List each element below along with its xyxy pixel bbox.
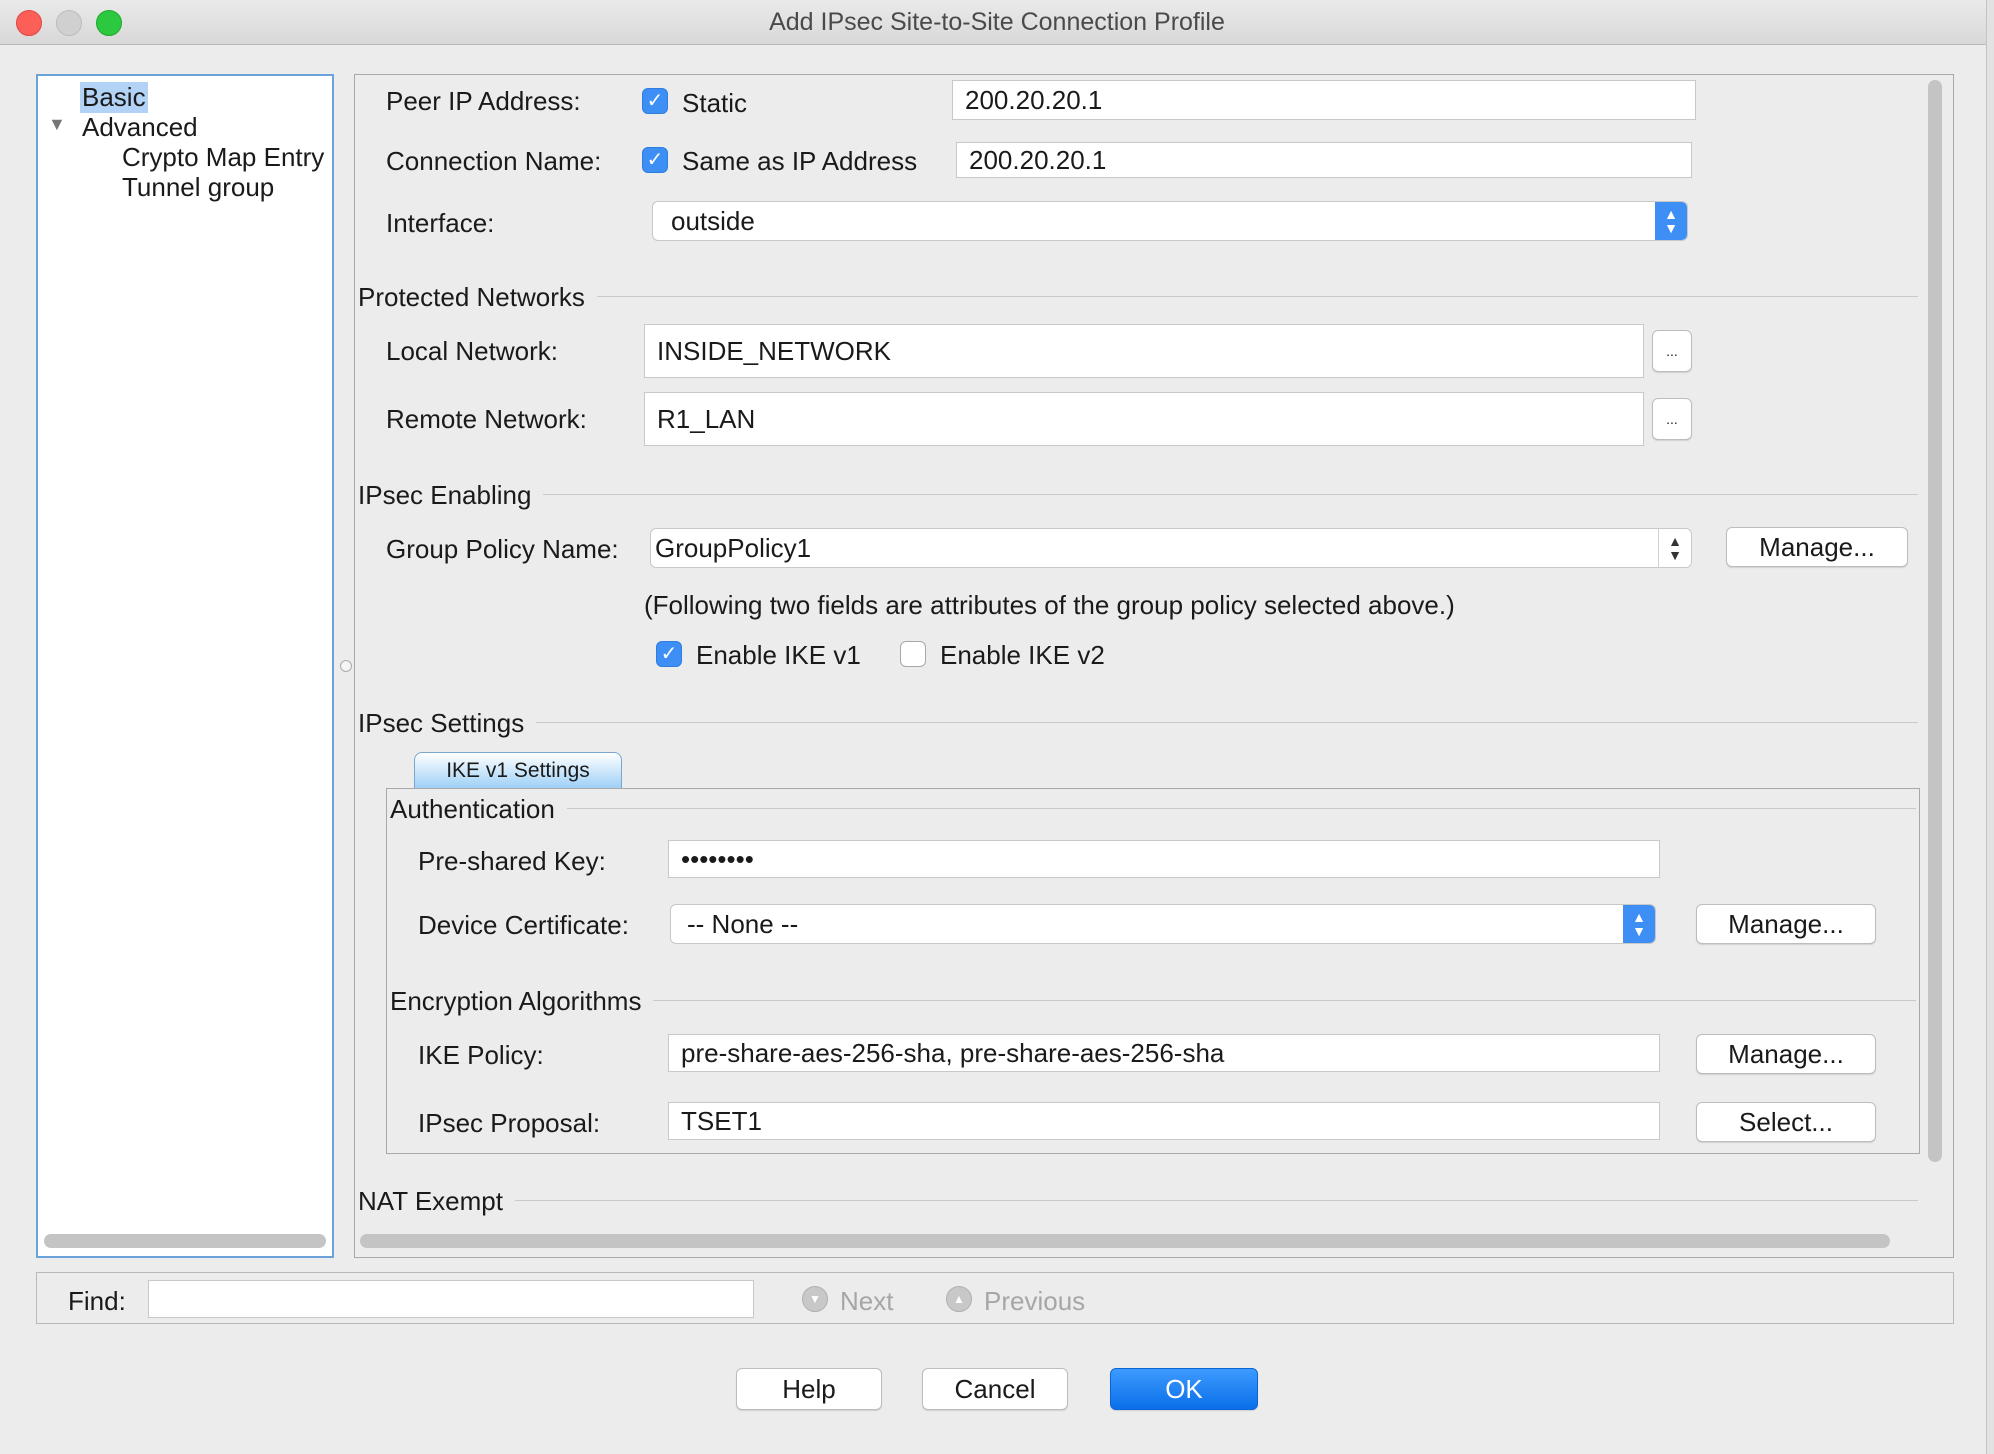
authentication-separator — [390, 808, 1916, 809]
connection-name-input[interactable]: 200.20.20.1 — [956, 142, 1692, 178]
chevron-updown-icon: ▲ ▼ — [1658, 529, 1691, 567]
title-bar: Add IPsec Site-to-Site Connection Profil… — [0, 0, 1994, 45]
enable-ike-v1-label: Enable IKE v1 — [696, 640, 861, 670]
static-label: Static — [682, 88, 748, 118]
nat-exempt-title: NAT Exempt — [358, 1186, 515, 1217]
local-network-input[interactable]: INSIDE_NETWORK — [644, 324, 1644, 378]
find-next-button[interactable]: Next — [840, 1286, 893, 1317]
navigation-tree[interactable]: Basic ▼ Advanced Crypto Map Entry Tunnel… — [36, 74, 334, 1258]
ipsec-proposal-select-button[interactable]: Select... — [1696, 1102, 1876, 1142]
group-policy-note: (Following two fields are attributes of … — [644, 590, 1455, 620]
group-policy-manage-button[interactable]: Manage... — [1726, 527, 1908, 567]
static-checkbox[interactable]: ✓ — [642, 88, 668, 114]
ok-button[interactable]: OK — [1110, 1368, 1258, 1410]
pre-shared-key-label: Pre-shared Key: — [418, 846, 606, 876]
previous-arrow-icon[interactable]: ▲ — [946, 1286, 972, 1312]
splitter-handle[interactable] — [340, 660, 352, 672]
remote-network-input[interactable]: R1_LAN — [644, 392, 1644, 446]
tree-item-advanced[interactable]: Advanced — [82, 112, 198, 143]
enable-ike-v1-checkbox[interactable]: ✓ — [656, 641, 682, 667]
help-button[interactable]: Help — [736, 1368, 882, 1410]
ipsec-proposal-label: IPsec Proposal: — [418, 1108, 601, 1138]
connection-name-label: Connection Name: — [386, 146, 602, 176]
interface-value: outside — [671, 205, 755, 236]
find-previous-button[interactable]: Previous — [984, 1286, 1085, 1317]
background-window-edge — [1986, 0, 1994, 1454]
interface-label: Interface: — [386, 208, 495, 238]
encryption-algorithms-title: Encryption Algorithms — [390, 986, 654, 1017]
find-label: Find: — [68, 1286, 126, 1316]
authentication-title: Authentication — [390, 794, 567, 825]
pre-shared-key-input[interactable]: •••••••• — [668, 840, 1660, 878]
cancel-button[interactable]: Cancel — [922, 1368, 1068, 1410]
device-certificate-manage-button[interactable]: Manage... — [1696, 904, 1876, 944]
same-as-ip-label: Same as IP Address — [682, 146, 918, 176]
main-vertical-scrollbar[interactable] — [1928, 80, 1942, 1162]
enable-ike-v2-label: Enable IKE v2 — [940, 640, 1105, 670]
ipsec-settings-title: IPsec Settings — [358, 708, 537, 739]
tree-item-crypto-map-entry[interactable]: Crypto Map Entry — [122, 142, 324, 173]
ipsec-enabling-title: IPsec Enabling — [358, 480, 544, 511]
group-policy-value: GroupPolicy1 — [655, 532, 812, 563]
ike-policy-label: IKE Policy: — [418, 1040, 544, 1070]
ike-policy-manage-button[interactable]: Manage... — [1696, 1034, 1876, 1074]
group-policy-label: Group Policy Name: — [386, 534, 619, 564]
main-horizontal-scrollbar[interactable] — [360, 1234, 1890, 1248]
enable-ike-v2-checkbox[interactable] — [900, 641, 926, 667]
peer-ip-label: Peer IP Address: — [386, 86, 581, 116]
ipsec-enabling-separator — [358, 494, 1918, 495]
remote-network-label: Remote Network: — [386, 404, 587, 434]
nat-exempt-separator — [358, 1200, 1918, 1201]
disclosure-triangle-down-icon[interactable]: ▼ — [48, 114, 66, 135]
chevron-updown-icon: ▲ ▼ — [1655, 202, 1687, 240]
device-certificate-select[interactable]: -- None -- ▲ ▼ — [670, 904, 1656, 944]
same-as-ip-checkbox[interactable]: ✓ — [642, 147, 668, 173]
device-certificate-label: Device Certificate: — [418, 910, 629, 940]
protected-networks-title: Protected Networks — [358, 282, 597, 313]
ipsec-settings-separator — [358, 722, 1918, 723]
group-policy-select[interactable]: GroupPolicy1 ▲ ▼ — [650, 528, 1692, 568]
tree-horizontal-scrollbar[interactable] — [44, 1234, 326, 1248]
interface-select[interactable]: outside ▲ ▼ — [652, 201, 1688, 241]
remote-network-browse-button[interactable]: ... — [1652, 398, 1692, 440]
peer-ip-input[interactable]: 200.20.20.1 — [952, 80, 1696, 120]
ike-policy-input[interactable]: pre-share-aes-256-sha, pre-share-aes-256… — [668, 1034, 1660, 1072]
tab-ike-v1-settings[interactable]: IKE v1 Settings — [414, 752, 622, 788]
device-certificate-value: -- None -- — [687, 908, 799, 939]
local-network-label: Local Network: — [386, 336, 558, 366]
tree-item-tunnel-group[interactable]: Tunnel group — [122, 172, 274, 203]
chevron-updown-icon: ▲ ▼ — [1623, 905, 1655, 943]
ipsec-proposal-input[interactable]: TSET1 — [668, 1102, 1660, 1140]
tree-item-basic[interactable]: Basic — [80, 82, 148, 113]
next-arrow-icon[interactable]: ▼ — [802, 1286, 828, 1312]
find-input[interactable] — [148, 1280, 754, 1318]
window-title: Add IPsec Site-to-Site Connection Profil… — [769, 8, 1225, 36]
local-network-browse-button[interactable]: ... — [1652, 330, 1692, 372]
